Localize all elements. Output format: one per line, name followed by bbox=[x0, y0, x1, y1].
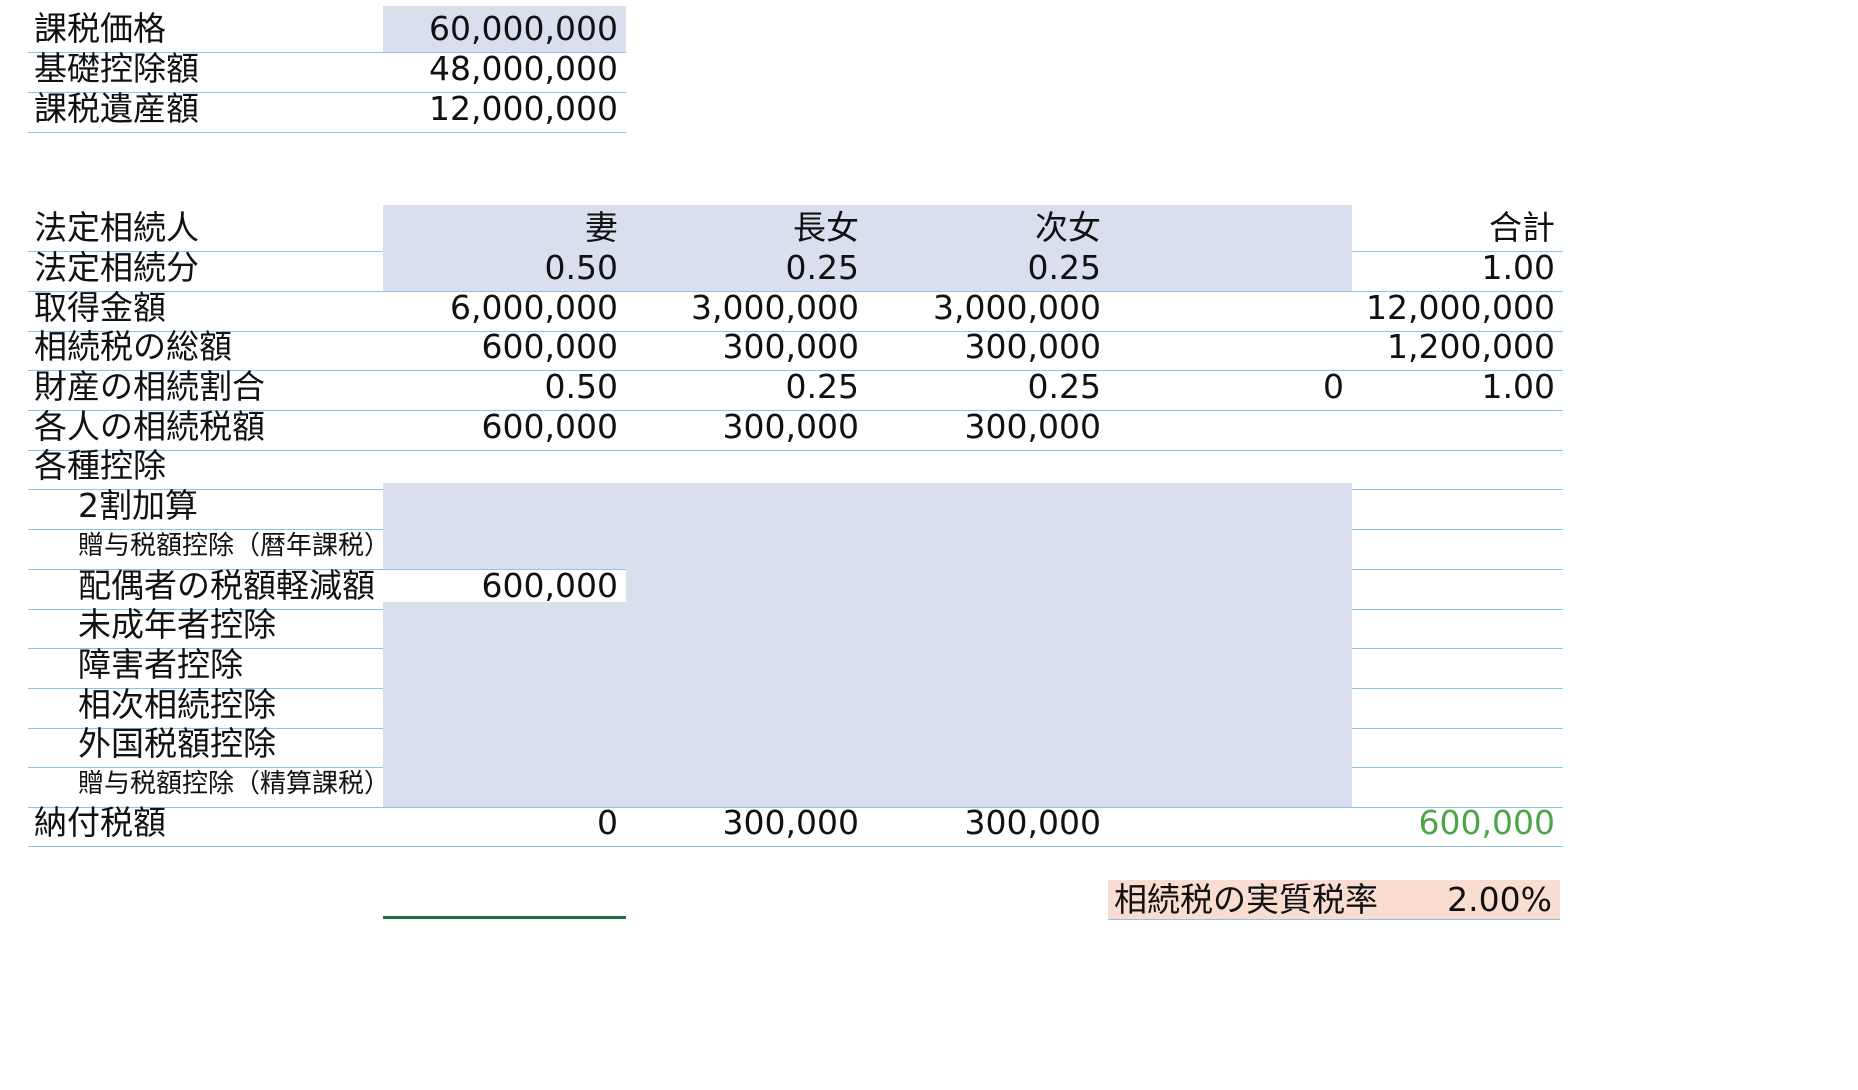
summary-label: 課税遺産額 bbox=[34, 89, 199, 128]
cell-extra[interactable] bbox=[1109, 800, 1352, 846]
cell-wife[interactable]: 0 bbox=[383, 800, 626, 846]
summary-row-taxable-estate: 課税遺産額 12,000,000 bbox=[28, 86, 626, 133]
effective-rate-box: 相続税の実質税率 2.00% bbox=[1108, 880, 1560, 920]
payable-row: 納付税額 0 300,000 300,000 600,000 bbox=[28, 800, 1563, 847]
cell-eldest[interactable]: 300,000 bbox=[626, 800, 867, 846]
spreadsheet: 課税価格 60,000,000 基礎控除額 48,000,000 課税遺産額 1… bbox=[0, 0, 1858, 1090]
selected-cell-indicator bbox=[383, 916, 626, 919]
effective-rate-label: 相続税の実質税率 bbox=[1114, 880, 1378, 919]
effective-rate-value[interactable]: 2.00% bbox=[1368, 880, 1560, 920]
summary-value-cell[interactable]: 12,000,000 bbox=[383, 86, 626, 132]
cell-second[interactable]: 300,000 bbox=[867, 800, 1109, 846]
row-label: 納付税額 bbox=[34, 803, 166, 842]
cell-total[interactable]: 600,000 bbox=[1352, 800, 1563, 846]
